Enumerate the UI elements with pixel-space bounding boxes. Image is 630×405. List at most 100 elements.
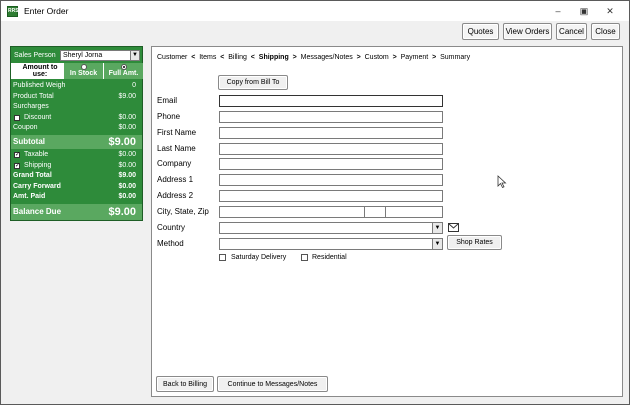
copy-from-bill-to-label: Copy from Bill To — [226, 79, 280, 86]
chevron-down-icon[interactable]: ▼ — [432, 239, 442, 249]
window-title: Enter Order — [24, 6, 69, 16]
shop-rates-button[interactable]: Shop Rates — [447, 235, 502, 250]
subtotal-label: Subtotal — [13, 137, 45, 146]
carry-forward-label: Carry Forward — [13, 183, 61, 190]
step-customer[interactable]: Customer — [157, 54, 187, 61]
window-controls: – ▣ ✕ — [545, 4, 623, 18]
discount-checkbox[interactable] — [14, 115, 20, 121]
step-messages[interactable]: Messages/Notes — [301, 54, 353, 61]
balance-due-label: Balance Due — [13, 207, 62, 216]
copy-from-bill-to-button[interactable]: Copy from Bill To — [218, 75, 288, 90]
saturday-delivery-checkbox[interactable] — [219, 254, 226, 261]
taxable-row: ✓ Taxable $0.00 — [11, 151, 142, 161]
step-separator: > — [388, 54, 401, 61]
address1-field[interactable] — [219, 174, 443, 186]
residential-label: Residential — [312, 254, 347, 261]
enter-order-window: RRS Enter Order – ▣ ✕ Quotes View Orders… — [0, 0, 630, 405]
product-total-label: Product Total — [13, 93, 54, 100]
envelope-icon[interactable] — [448, 223, 459, 232]
published-weight-value: 0 — [132, 82, 136, 89]
continue-to-messages-button[interactable]: Continue to Messages/Notes — [217, 376, 328, 392]
grand-total-label: Grand Total — [13, 172, 52, 179]
carry-forward-value: $0.00 — [118, 183, 136, 190]
step-items[interactable]: Items — [199, 54, 216, 61]
taxable-label: Taxable — [24, 151, 49, 158]
last-name-label: Last Name — [157, 144, 196, 153]
surcharges-label: Surcharges — [13, 103, 49, 110]
app-icon: RRS — [7, 5, 19, 17]
back-to-billing-button[interactable]: Back to Billing — [156, 376, 214, 392]
view-orders-button[interactable]: View Orders — [503, 23, 552, 40]
chevron-down-icon[interactable]: ▼ — [130, 51, 139, 60]
step-separator: < — [246, 54, 259, 61]
company-label: Company — [157, 159, 192, 168]
back-to-billing-label: Back to Billing — [163, 380, 207, 388]
carry-forward-row: Carry Forward $0.00 — [11, 183, 142, 193]
product-total-row: Product Total $9.00 — [11, 93, 142, 103]
shipping-form-panel: Customer < Items < Billing < Shipping > … — [151, 46, 623, 397]
in-stock-label: In Stock — [69, 70, 98, 77]
email-label: Email — [157, 96, 178, 105]
grand-total-row: Grand Total $9.00 — [11, 172, 142, 182]
amt-paid-value: $0.00 — [118, 193, 136, 200]
continue-to-messages-label: Continue to Messages/Notes — [227, 380, 318, 388]
order-summary-panel: Sales Person Sheryl Jorna ▼ Amount to us… — [10, 46, 143, 221]
step-payment[interactable]: Payment — [401, 54, 429, 61]
order-steps-breadcrumb: Customer < Items < Billing < Shipping > … — [157, 54, 470, 61]
discount-value: $0.00 — [118, 114, 136, 121]
state-field[interactable] — [364, 206, 386, 218]
company-field[interactable] — [219, 158, 443, 170]
full-amt-option[interactable]: Full Amt. — [104, 63, 143, 79]
chevron-down-icon[interactable]: ▼ — [432, 223, 442, 233]
step-separator: > — [428, 54, 441, 61]
sales-person-select[interactable]: Sheryl Jorna ▼ — [60, 50, 140, 61]
quotes-button[interactable]: Quotes — [462, 23, 499, 40]
coupon-row: Coupon $0.00 — [11, 124, 142, 134]
in-stock-option[interactable]: In Stock — [64, 63, 103, 79]
surcharges-row: Surcharges — [11, 103, 142, 113]
coupon-label: Coupon — [13, 124, 38, 131]
restore-icon[interactable]: ▣ — [571, 4, 597, 18]
minimize-icon[interactable]: – — [545, 4, 571, 18]
step-billing[interactable]: Billing — [228, 54, 247, 61]
phone-field[interactable] — [219, 111, 443, 123]
country-select[interactable]: ▼ — [219, 222, 443, 234]
address2-label: Address 2 — [157, 191, 194, 200]
zip-field[interactable] — [385, 206, 443, 218]
residential-checkbox[interactable] — [301, 254, 308, 261]
shipping-row: ✓ Shipping $0.00 — [11, 162, 142, 172]
city-state-zip-label: City, State, Zip — [157, 207, 209, 216]
shop-rates-label: Shop Rates — [456, 239, 493, 246]
discount-row: Discount $0.00 — [11, 114, 142, 124]
step-separator: < — [216, 54, 229, 61]
shipping-checkbox[interactable]: ✓ — [14, 163, 20, 169]
close-icon[interactable]: ✕ — [597, 4, 623, 18]
sales-person-value: Sheryl Jorna — [63, 52, 103, 59]
subtotal-row: Subtotal $9.00 — [11, 135, 142, 149]
view-orders-button-label: View Orders — [505, 27, 550, 36]
close-button-label: Close — [595, 27, 616, 36]
email-field[interactable] — [219, 95, 443, 107]
coupon-value: $0.00 — [118, 124, 136, 131]
address2-field[interactable] — [219, 190, 443, 202]
last-name-field[interactable] — [219, 143, 443, 155]
step-summary[interactable]: Summary — [440, 54, 470, 61]
shipping-label: Shipping — [24, 162, 52, 169]
method-select[interactable]: ▼ — [219, 238, 443, 250]
amt-paid-row: Amt. Paid $0.00 — [11, 193, 142, 203]
step-custom[interactable]: Custom — [365, 54, 389, 61]
city-field[interactable] — [219, 206, 365, 218]
full-amt-label: Full Amt. — [108, 70, 139, 77]
saturday-delivery-label: Saturday Delivery — [231, 254, 287, 261]
method-label: Method — [157, 239, 184, 248]
step-shipping-active[interactable]: Shipping — [259, 54, 289, 61]
country-label: Country — [157, 223, 186, 232]
amt-paid-label: Amt. Paid — [13, 193, 46, 200]
close-button[interactable]: Close — [591, 23, 620, 40]
first-name-field[interactable] — [219, 127, 443, 139]
taxable-checkbox[interactable]: ✓ — [14, 152, 20, 158]
cancel-button[interactable]: Cancel — [556, 23, 587, 40]
amount-to-use-header: Amount to use: In Stock Full Amt. — [11, 63, 143, 79]
address1-label: Address 1 — [157, 175, 194, 184]
first-name-label: First Name — [157, 128, 197, 137]
